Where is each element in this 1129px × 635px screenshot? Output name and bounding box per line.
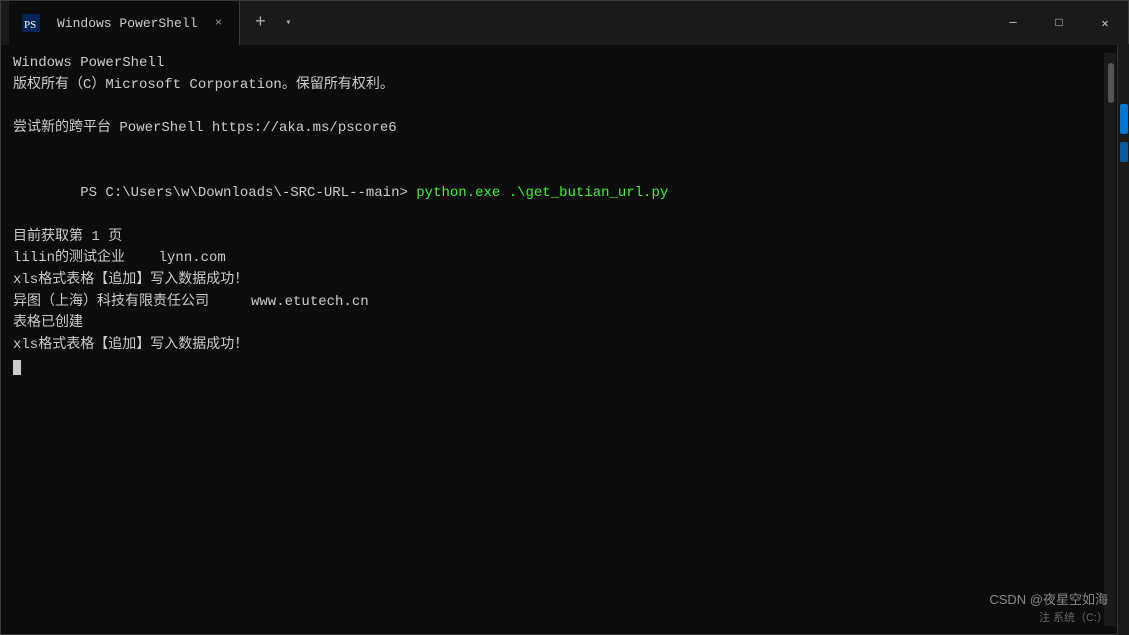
- line-output-4: 异图（上海）科技有限责任公司 www.etutech.cn: [13, 292, 1104, 314]
- right-accent: [1117, 44, 1129, 635]
- watermark-system: 注 系统（C:）: [989, 610, 1108, 627]
- minimize-button[interactable]: ─: [990, 1, 1036, 45]
- prompt-line: PS C:\Users\w\Downloads\-SRC-URL--main> …: [13, 161, 1104, 226]
- cursor-line: [13, 357, 1104, 379]
- powershell-window: PS Windows PowerShell × + ▾ ─ □ ✕ Window…: [0, 0, 1129, 635]
- terminal-content: Windows PowerShell 版权所有（C）Microsoft Corp…: [13, 53, 1104, 626]
- tab-close-button[interactable]: ×: [209, 14, 227, 32]
- scrollbar[interactable]: [1104, 53, 1116, 626]
- tab-title: Windows PowerShell: [57, 16, 197, 31]
- powershell-icon: PS: [21, 13, 41, 33]
- tab-area: PS Windows PowerShell × + ▾: [9, 1, 990, 45]
- terminal-cursor: [13, 360, 21, 375]
- dropdown-button[interactable]: ▾: [276, 11, 300, 35]
- line-output-2: lilin的测试企业 lynn.com: [13, 248, 1104, 270]
- terminal-body[interactable]: Windows PowerShell 版权所有（C）Microsoft Corp…: [1, 45, 1128, 634]
- window-controls: ─ □ ✕: [990, 1, 1128, 45]
- line-empty-1: [13, 96, 1104, 118]
- watermark: CSDN @夜星空如海 注 系统（C:）: [989, 590, 1108, 626]
- line-empty-2: [13, 140, 1104, 162]
- prompt-path: PS C:\Users\w\Downloads\-SRC-URL--main>: [80, 185, 408, 201]
- line-output-5: 表格已创建: [13, 313, 1104, 335]
- svg-text:PS: PS: [24, 19, 36, 31]
- line-output-6: xls格式表格【追加】写入数据成功！: [13, 335, 1104, 357]
- prompt-cmd: python.exe .\get_butian_url.py: [408, 185, 668, 201]
- line-output-3: xls格式表格【追加】写入数据成功！: [13, 270, 1104, 292]
- blue-bar-1: [1120, 104, 1128, 134]
- active-tab[interactable]: PS Windows PowerShell ×: [9, 1, 240, 45]
- line-3: 尝试新的跨平台 PowerShell https://aka.ms/pscore…: [13, 118, 1104, 140]
- line-output-1: 目前获取第 1 页: [13, 227, 1104, 249]
- line-1: Windows PowerShell: [13, 53, 1104, 75]
- line-2: 版权所有（C）Microsoft Corporation。保留所有权利。: [13, 75, 1104, 97]
- scrollbar-thumb[interactable]: [1108, 63, 1114, 103]
- titlebar: PS Windows PowerShell × + ▾ ─ □ ✕: [1, 1, 1128, 45]
- new-tab-button[interactable]: +: [244, 7, 276, 39]
- blue-bar-2: [1120, 142, 1128, 162]
- maximize-button[interactable]: □: [1036, 1, 1082, 45]
- watermark-username: CSDN @夜星空如海: [989, 590, 1108, 610]
- close-button[interactable]: ✕: [1082, 1, 1128, 45]
